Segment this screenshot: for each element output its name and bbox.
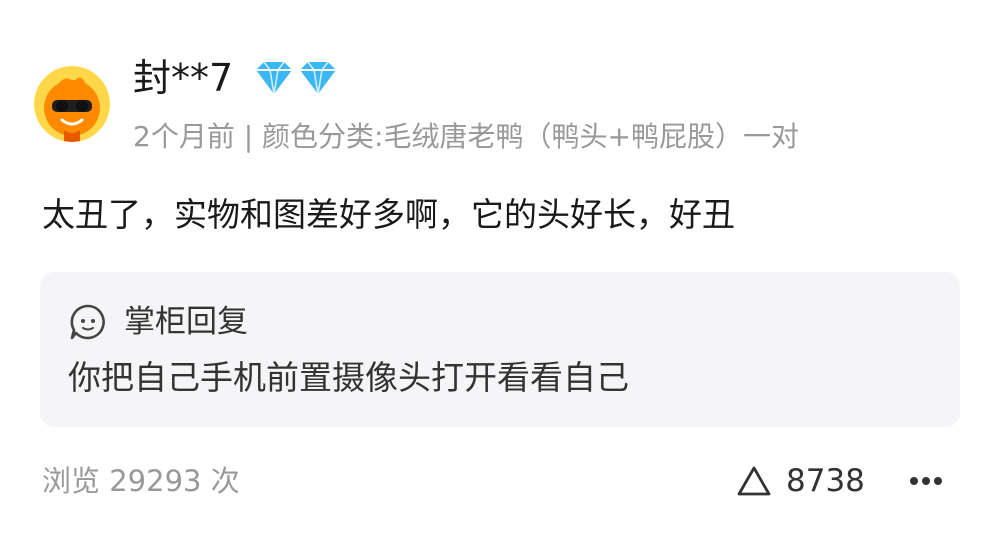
seller-reply: 掌柜回复 你把自己手机前置摄像头打开看看自己 bbox=[40, 272, 960, 427]
review-text: 太丑了，实物和图差好多啊，它的头好长，好丑 bbox=[42, 195, 735, 234]
view-count: 浏览 29293 次 bbox=[42, 464, 240, 498]
like-count: 8738 bbox=[786, 463, 865, 499]
username: 封**7 bbox=[133, 56, 234, 100]
like-button[interactable]: 8738 bbox=[736, 458, 865, 504]
avatar-image bbox=[34, 66, 110, 142]
more-dots-icon bbox=[910, 477, 942, 485]
reply-title: 掌柜回复 bbox=[124, 304, 248, 340]
review-meta: 2个月前 | 颜色分类:毛绒唐老鸭（鸭头+鸭屁股）一对 bbox=[133, 120, 799, 153]
avatar[interactable] bbox=[34, 66, 110, 142]
triangle-like-icon bbox=[736, 464, 772, 498]
reply-text: 你把自己手机前置摄像头打开看看自己 bbox=[68, 358, 629, 397]
more-options-button[interactable] bbox=[906, 466, 946, 496]
diamond-icon bbox=[250, 58, 342, 98]
smile-chat-icon bbox=[68, 302, 108, 342]
